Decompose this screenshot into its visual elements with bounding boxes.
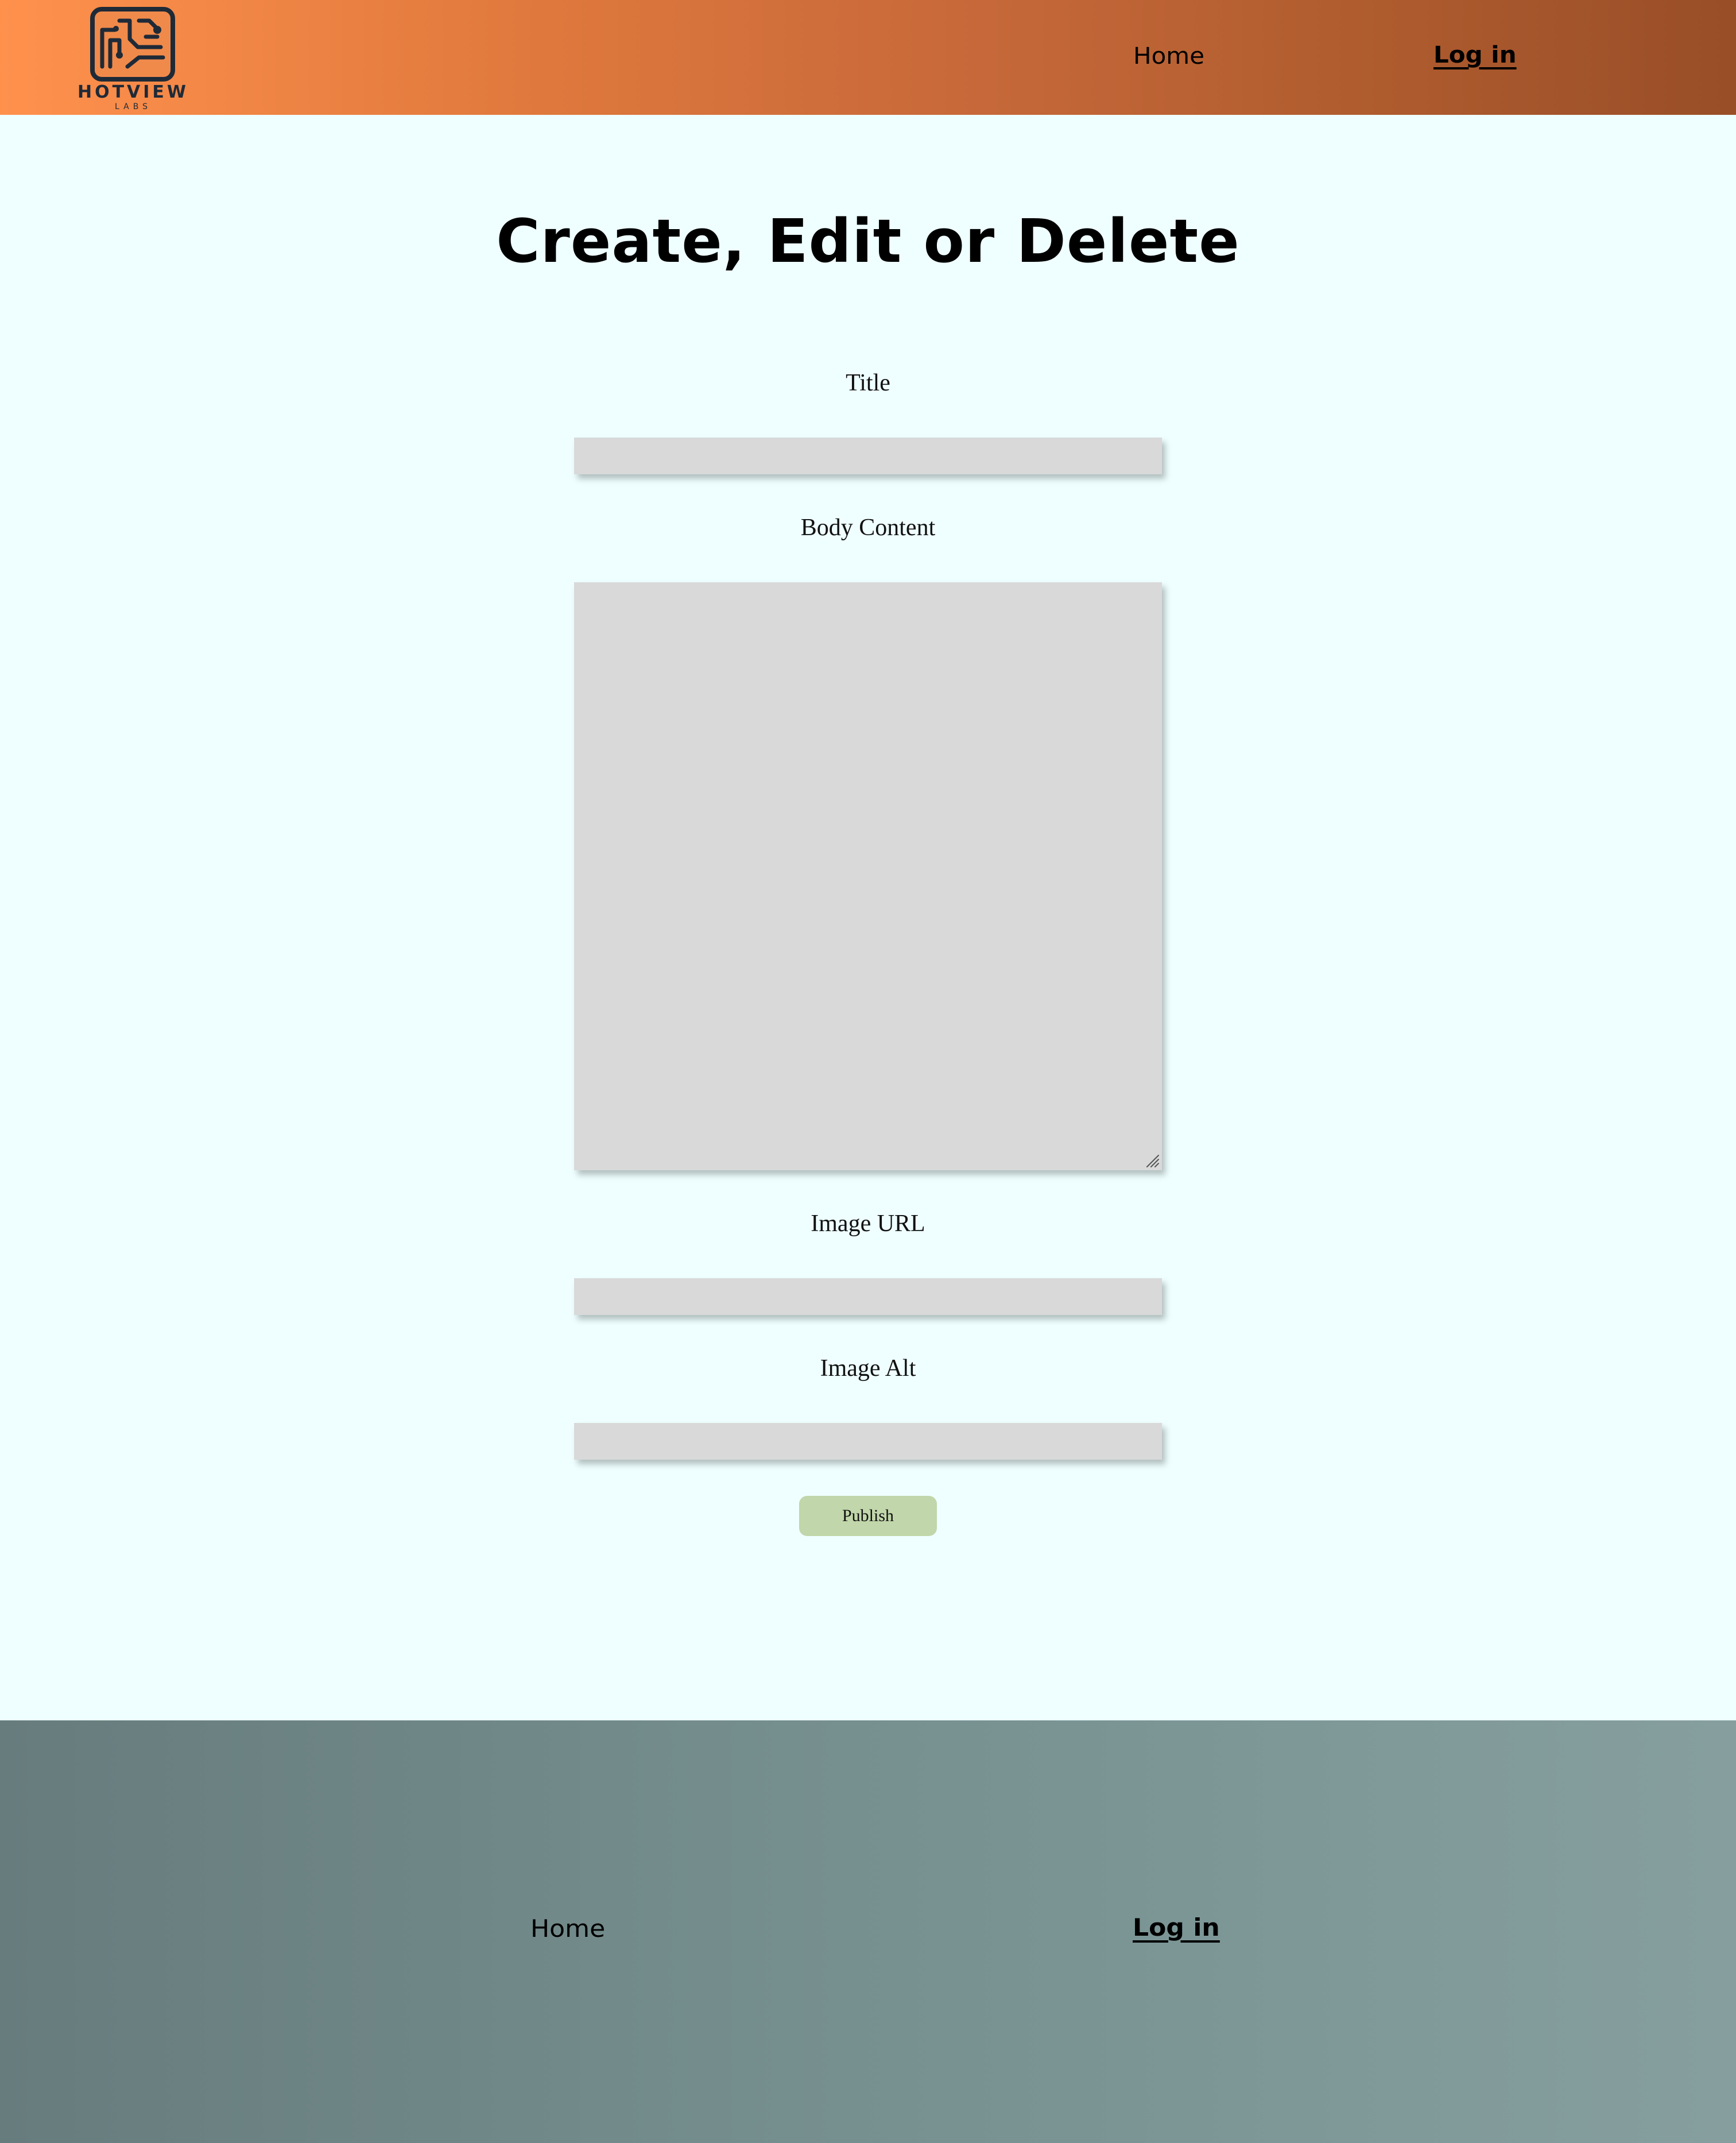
nav-login-link[interactable]: Log in bbox=[1433, 41, 1517, 69]
site-header: HOTVIEW LABS Home Log in bbox=[0, 0, 1736, 115]
logo[interactable]: HOTVIEW LABS bbox=[77, 7, 189, 113]
footer-home-link[interactable]: Home bbox=[530, 1914, 605, 1943]
page-title: Create, Edit or Delete bbox=[496, 206, 1240, 276]
resize-handle-icon[interactable] bbox=[1145, 1153, 1160, 1168]
title-input[interactable] bbox=[574, 438, 1162, 474]
publish-button[interactable]: Publish bbox=[799, 1496, 937, 1536]
image-alt-input[interactable] bbox=[574, 1423, 1162, 1460]
nav-home-link[interactable]: Home bbox=[1133, 42, 1204, 70]
body-content-label: Body Content bbox=[800, 515, 936, 541]
image-url-label: Image URL bbox=[811, 1210, 925, 1237]
body-content-textarea[interactable] bbox=[574, 582, 1162, 1170]
logo-subtitle: LABS bbox=[115, 102, 152, 111]
circuit-board-icon bbox=[90, 7, 175, 82]
logo-wordmark: HOTVIEW bbox=[77, 82, 189, 102]
footer-login-link[interactable]: Log in bbox=[1133, 1913, 1220, 1942]
title-label: Title bbox=[846, 370, 890, 396]
site-footer: Home Log in bbox=[0, 1720, 1736, 2143]
image-alt-label: Image Alt bbox=[820, 1355, 916, 1382]
image-url-input[interactable] bbox=[574, 1278, 1162, 1315]
